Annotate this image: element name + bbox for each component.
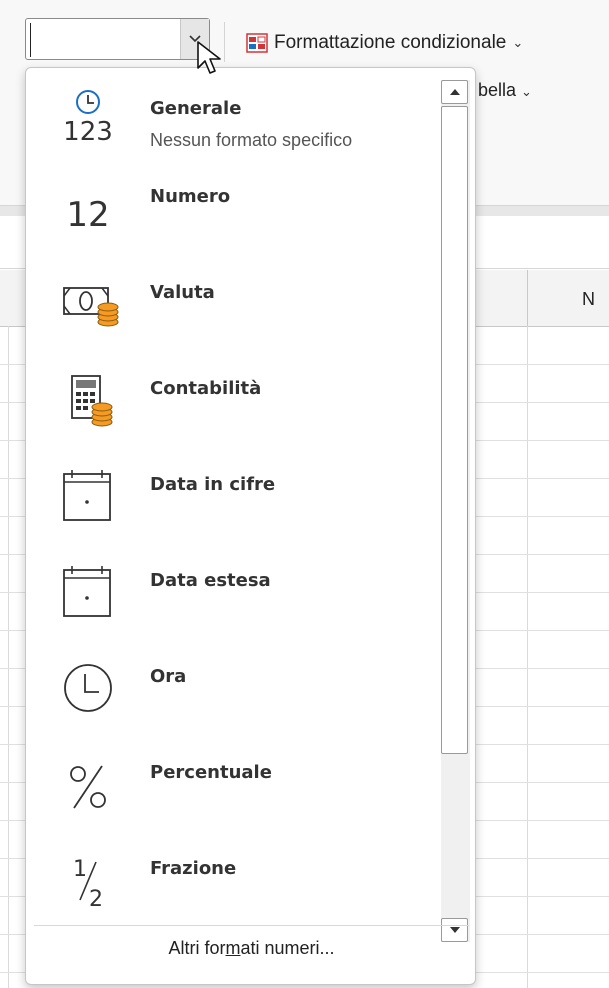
menu-item-data-in-cifre[interactable]: Data in cifre: [26, 462, 440, 556]
svg-text:12: 12: [66, 195, 109, 235]
menu-item-numero[interactable]: 12 Numero: [26, 174, 440, 268]
menu-item-title: Contabilità: [150, 378, 262, 399]
menu-item-subtitle: Nessun formato specifico: [150, 130, 353, 150]
menu-item-title: Data in cifre: [150, 474, 276, 495]
menu-scrollbar[interactable]: [441, 80, 470, 942]
triangle-down-icon: [449, 927, 460, 933]
format-as-table-button[interactable]: bella ⌄: [478, 80, 532, 101]
svg-text:1: 1: [73, 857, 87, 882]
general-clock-123-icon: 123: [63, 90, 113, 144]
calendar-long-date-icon: [63, 566, 111, 617]
menu-item-title: Generale: [150, 98, 242, 119]
calendar-short-date-icon: [63, 470, 111, 521]
svg-text:123: 123: [63, 117, 113, 144]
mouse-pointer-icon: [197, 41, 221, 74]
menu-item-title: Valuta: [150, 282, 215, 303]
menu-item-title: Percentuale: [150, 762, 272, 783]
menu-item-title: Data estesa: [150, 570, 271, 591]
column-divider[interactable]: [527, 270, 528, 326]
number-12-icon: 12: [66, 195, 109, 235]
row-header-border: [8, 326, 9, 988]
menu-item-contabilita[interactable]: Contabilità: [26, 366, 440, 460]
conditional-formatting-label: Formattazione condizionale: [274, 32, 507, 53]
triangle-up-icon: [449, 89, 460, 95]
scroll-up-button[interactable]: [441, 80, 468, 104]
more-number-formats-link[interactable]: Altri formati numeri...: [26, 938, 475, 959]
menu-item-title: Frazione: [150, 858, 237, 879]
menu-item-valuta[interactable]: Valuta: [26, 270, 440, 364]
menu-item-percentuale[interactable]: Percentuale: [26, 750, 440, 844]
more-formats-text-after: ati numeri...: [240, 938, 335, 958]
more-formats-access-key: m: [225, 938, 241, 958]
menu-item-title: Ora: [150, 666, 187, 687]
currency-banknote-coins-icon: [63, 287, 119, 327]
menu-item-generale[interactable]: 123 Generale Nessun formato specifico: [26, 78, 440, 172]
more-formats-text-before: Altri for: [168, 938, 226, 958]
menu-item-data-estesa[interactable]: Data estesa: [26, 558, 440, 652]
chevron-down-icon: ⌄: [521, 84, 532, 99]
conditional-formatting-icon: [246, 33, 268, 53]
scrollbar-thumb[interactable]: [441, 106, 468, 754]
menu-divider: [34, 925, 469, 926]
conditional-formatting-button[interactable]: Formattazione condizionale ⌄: [246, 26, 523, 60]
format-as-table-label: bella: [478, 80, 517, 100]
grid-line-vertical: [527, 326, 528, 988]
clock-icon: [64, 664, 112, 712]
number-format-menu[interactable]: 123 Generale Nessun formato specifico 12…: [25, 67, 476, 985]
menu-item-ora[interactable]: Ora: [26, 654, 440, 748]
number-format-combo[interactable]: [25, 18, 210, 60]
column-header-n[interactable]: N: [582, 289, 595, 310]
fraction-half-icon: 1 2: [73, 857, 103, 910]
menu-item-title: Numero: [150, 186, 231, 207]
accounting-calculator-coins-icon: [71, 375, 113, 427]
number-format-input[interactable]: [30, 23, 185, 57]
svg-text:2: 2: [89, 887, 103, 910]
percent-icon: [70, 765, 106, 809]
ribbon-separator: [224, 22, 225, 62]
chevron-down-icon: ⌄: [512, 35, 524, 50]
